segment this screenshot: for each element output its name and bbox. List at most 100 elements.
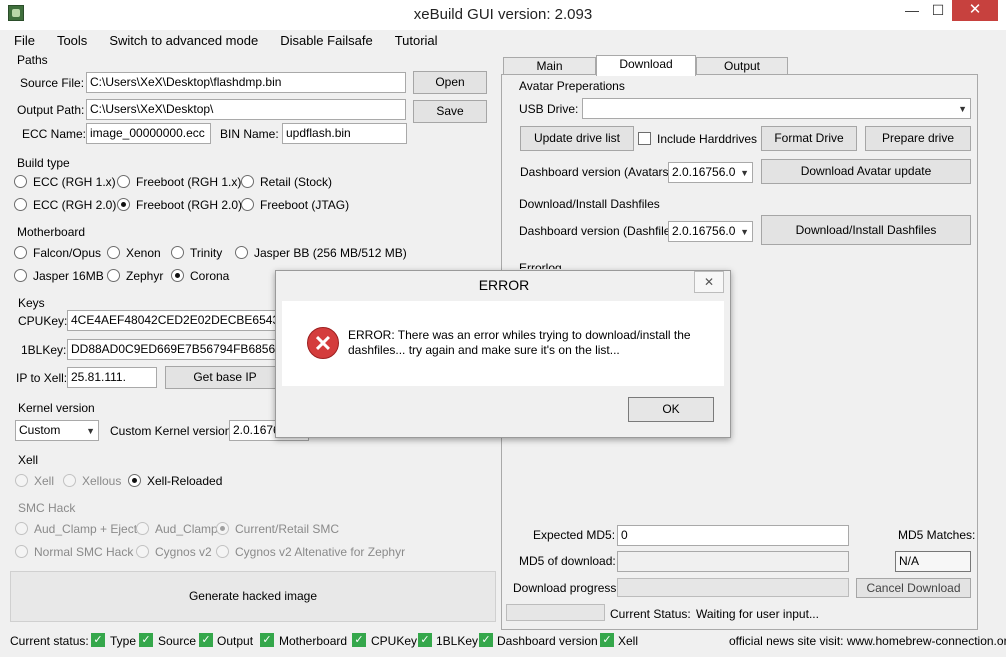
maximize-button[interactable]: ☐ <box>926 0 950 22</box>
dash-files-select[interactable]: 2.0.16756.0 ▼ <box>668 221 753 242</box>
close-button[interactable]: ✕ <box>952 0 998 21</box>
open-button[interactable]: Open <box>413 71 487 94</box>
radio-xellous[interactable] <box>63 474 76 487</box>
status-1blkey: 1BLKey <box>436 634 479 648</box>
menu-advanced-mode[interactable]: Switch to advanced mode <box>105 33 262 48</box>
include-harddrives-checkbox[interactable] <box>638 132 651 145</box>
generate-hacked-image-button[interactable]: Generate hacked image <box>10 589 496 603</box>
check-icon: ✓ <box>352 633 366 647</box>
bin-name-input[interactable]: updflash.bin <box>282 123 407 144</box>
radio-falcon-opus[interactable] <box>14 246 27 259</box>
dash-avatar-select[interactable]: 2.0.16756.0 ▼ <box>668 162 753 183</box>
radio-xenon[interactable] <box>107 246 120 259</box>
chevron-down-icon: ▼ <box>958 104 967 114</box>
expected-md5-input[interactable]: 0 <box>617 525 849 546</box>
radio-trinity[interactable] <box>171 246 184 259</box>
current-status-value: Waiting for user input... <box>696 607 819 621</box>
get-base-ip-button[interactable]: Get base IP <box>165 366 285 389</box>
tab-main[interactable]: Main <box>503 57 596 75</box>
custom-kernel-label: Custom Kernel version: <box>110 424 235 438</box>
md5-download-input[interactable] <box>617 551 849 572</box>
output-path-label: Output Path: <box>17 103 85 117</box>
radio-freeboot-rgh2[interactable] <box>117 198 130 211</box>
include-harddrives-label: Include Harddrives <box>657 132 758 146</box>
source-file-label: Source File: <box>20 76 85 90</box>
dialog-close-button[interactable]: ✕ <box>694 271 724 293</box>
radio-zephyr[interactable] <box>107 269 120 282</box>
ip-to-xell-label: IP to Xell: <box>16 371 68 385</box>
radio-retail-smc[interactable] <box>216 522 229 535</box>
status-dashboard-version: Dashboard version <box>497 634 598 648</box>
check-icon: ✓ <box>139 633 153 647</box>
radio-cygnos-v2-label: Cygnos v2 <box>155 545 212 559</box>
radio-freeboot-jtag[interactable] <box>241 198 254 211</box>
kernel-select[interactable]: Custom ▼ <box>15 420 99 441</box>
radio-freeboot-rgh2-label: Freeboot (RGH 2.0) <box>136 198 243 212</box>
menu-tutorial[interactable]: Tutorial <box>391 33 442 48</box>
radio-jasper-16mb[interactable] <box>14 269 27 282</box>
radio-freeboot-rgh1[interactable] <box>117 175 130 188</box>
menu-file[interactable]: File <box>10 33 39 48</box>
usb-drive-label: USB Drive: <box>519 102 579 116</box>
menu-tools[interactable]: Tools <box>53 33 91 48</box>
radio-cygnos-v2[interactable] <box>136 545 149 558</box>
check-icon: ✓ <box>260 633 274 647</box>
save-button[interactable]: Save <box>413 100 487 123</box>
menu-bar: File Tools Switch to advanced mode Disable … <box>10 33 456 51</box>
md5-download-label: MD5 of download: <box>519 554 616 568</box>
radio-jasper-bb[interactable] <box>235 246 248 259</box>
format-drive-button[interactable]: Format Drive <box>761 126 857 151</box>
window-title: xeBuild GUI version: 2.093 <box>413 6 593 23</box>
menu-disable-failsafe[interactable]: Disable Failsafe <box>276 33 377 48</box>
download-dashfiles-button[interactable]: Download/Install Dashfiles <box>761 215 971 245</box>
download-avatar-update-button[interactable]: Download Avatar update <box>761 159 971 184</box>
chevron-down-icon: ▼ <box>740 168 749 178</box>
minimize-button[interactable]: — <box>898 0 926 22</box>
ecc-name-input[interactable]: image_00000000.ecc <box>86 123 211 144</box>
status-output: Output <box>217 634 254 648</box>
radio-corona[interactable] <box>171 269 184 282</box>
news-site-link[interactable]: official news site visit: www.homebrew-c… <box>729 634 1006 648</box>
radio-ecc-rgh2[interactable] <box>14 198 27 211</box>
output-path-input[interactable]: C:\Users\XeX\Desktop\ <box>86 99 406 120</box>
dashfiles-group-label: Download/Install Dashfiles <box>519 197 660 211</box>
ok-button[interactable]: OK <box>628 397 714 422</box>
radio-cygnos-v2-zephyr[interactable] <box>216 545 229 558</box>
ip-to-xell-input[interactable]: 25.81.111. <box>67 367 157 388</box>
check-icon: ✓ <box>479 633 493 647</box>
radio-xell-reloaded[interactable] <box>128 474 141 487</box>
radio-aud-clamp[interactable] <box>136 522 149 535</box>
paths-group-label: Paths <box>17 53 48 67</box>
xell-group-label: Xell <box>18 453 39 467</box>
radio-ecc-rgh1-label: ECC (RGH 1.x) <box>33 175 116 189</box>
dialog-message-line2: dashfiles... try again and make sure it'… <box>348 343 620 357</box>
radio-falcon-opus-label: Falcon/Opus <box>33 246 102 260</box>
radio-xell-reloaded-label: Xell-Reloaded <box>147 474 223 488</box>
usb-drive-select[interactable]: ▼ <box>582 98 971 119</box>
prepare-drive-button[interactable]: Prepare drive <box>865 126 971 151</box>
radio-ecc-rgh1[interactable] <box>14 175 27 188</box>
dialog-title: ERROR <box>478 277 530 293</box>
radio-retail-smc-label: Current/Retail SMC <box>235 522 340 536</box>
download-progress-bar <box>617 578 849 597</box>
source-file-input[interactable]: C:\Users\XeX\Desktop\flashdmp.bin <box>86 72 406 93</box>
radio-retail-stock[interactable] <box>241 175 254 188</box>
1blkey-input[interactable]: DD88AD0C9ED669E7B56794FB68563EFA <box>67 339 307 360</box>
cpukey-input[interactable]: 4CE4AEF48042CED2E02DECBE6543C480 <box>67 310 307 331</box>
update-drive-list-button[interactable]: Update drive list <box>520 126 634 151</box>
tab-output[interactable]: Output <box>696 57 788 75</box>
check-icon: ✓ <box>199 633 213 647</box>
radio-aud-clamp-eject[interactable] <box>15 522 28 535</box>
1blkey-label: 1BLKey: <box>21 343 67 357</box>
cancel-download-button[interactable]: Cancel Download <box>856 578 971 598</box>
kernel-select-value: Custom <box>19 423 61 437</box>
radio-normal-smc[interactable] <box>15 545 28 558</box>
tab-download[interactable]: Download <box>596 55 696 76</box>
status-type: Type <box>110 634 137 648</box>
radio-xell[interactable] <box>15 474 28 487</box>
dash-avatar-value: 2.0.16756.0 <box>672 165 736 179</box>
build-type-group-label: Build type <box>17 156 70 170</box>
radio-aud-clamp-label: Aud_Clamp <box>155 522 218 536</box>
check-icon: ✓ <box>91 633 105 647</box>
errorlog-label: Errorlog <box>519 261 562 269</box>
